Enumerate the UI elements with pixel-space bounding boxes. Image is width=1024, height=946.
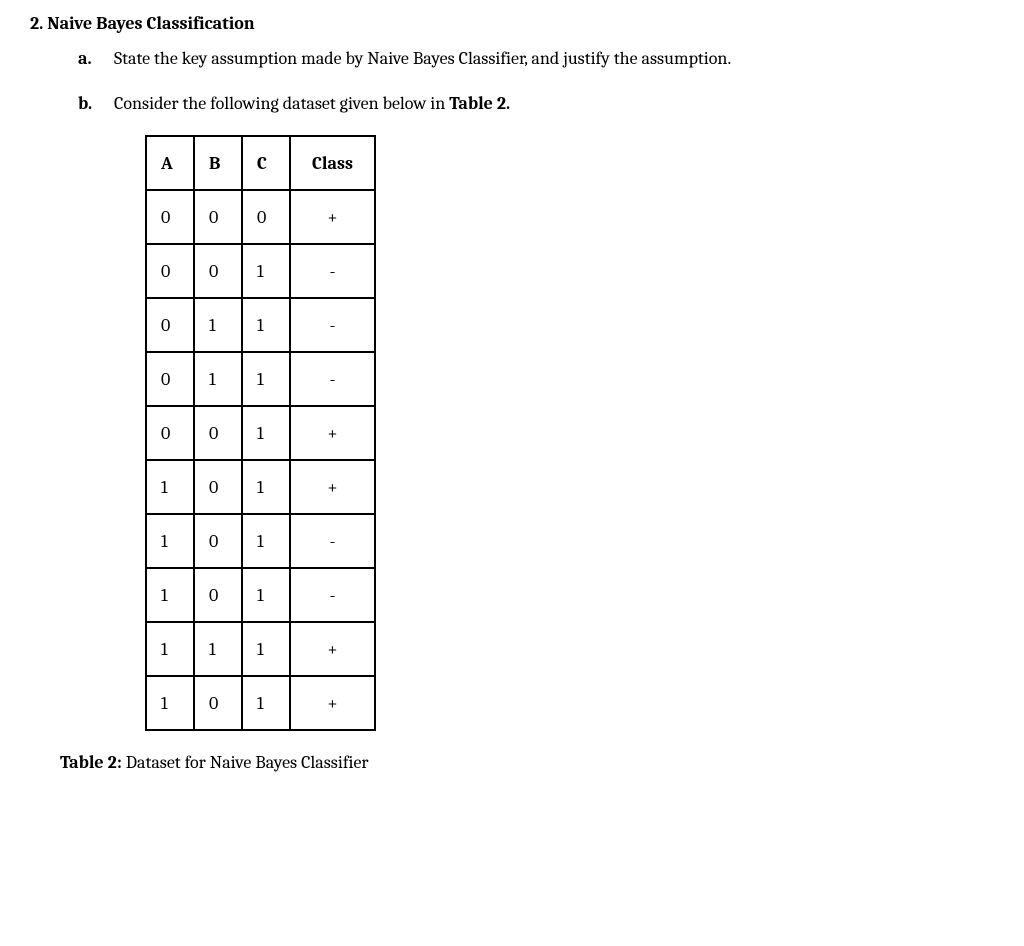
cell-c: 1 <box>242 244 290 298</box>
cell-a: 0 <box>146 298 194 352</box>
table-caption: Table 2: Dataset for Naive Bayes Classif… <box>60 749 994 776</box>
cell-a: 1 <box>146 622 194 676</box>
subitem-b-label: b. <box>78 90 96 117</box>
cell-a: 1 <box>146 460 194 514</box>
cell-class: + <box>290 676 375 730</box>
section-heading: 2. Naive Bayes Classification <box>30 10 994 37</box>
section-number: 2. <box>30 13 43 34</box>
subitem-b-prefix: Consider the following dataset given bel… <box>114 93 449 114</box>
subitem-a: a. State the key assumption made by Naiv… <box>78 45 994 72</box>
cell-b: 0 <box>194 568 242 622</box>
subitem-a-label: a. <box>78 45 96 72</box>
cell-a: 0 <box>146 190 194 244</box>
table-row: 0 0 0 + <box>146 190 375 244</box>
header-c: C <box>242 136 290 190</box>
table-row: 1 0 1 + <box>146 676 375 730</box>
cell-class: - <box>290 352 375 406</box>
cell-a: 0 <box>146 406 194 460</box>
cell-c: 1 <box>242 514 290 568</box>
data-table: A B C Class 0 0 0 + 0 0 1 - 0 1 1 - 0 1 … <box>145 135 376 731</box>
cell-class: - <box>290 298 375 352</box>
cell-a: 1 <box>146 514 194 568</box>
table-row: 0 1 1 - <box>146 352 375 406</box>
cell-a: 1 <box>146 568 194 622</box>
table-row: 1 0 1 - <box>146 514 375 568</box>
cell-b: 0 <box>194 244 242 298</box>
cell-b: 0 <box>194 514 242 568</box>
cell-class: + <box>290 406 375 460</box>
cell-class: + <box>290 190 375 244</box>
cell-c: 1 <box>242 676 290 730</box>
table-row: 1 0 1 + <box>146 460 375 514</box>
subitem-a-text: State the key assumption made by Naive B… <box>114 45 994 72</box>
subitem-b-text: Consider the following dataset given bel… <box>114 90 994 117</box>
header-class: Class <box>290 136 375 190</box>
subitem-b-bold: Table 2. <box>449 93 510 114</box>
cell-c: 1 <box>242 406 290 460</box>
cell-class: - <box>290 514 375 568</box>
cell-c: 1 <box>242 298 290 352</box>
cell-class: + <box>290 622 375 676</box>
header-a: A <box>146 136 194 190</box>
cell-a: 0 <box>146 352 194 406</box>
cell-c: 1 <box>242 460 290 514</box>
subitem-b: b. Consider the following dataset given … <box>78 90 994 117</box>
cell-class: - <box>290 244 375 298</box>
cell-class: + <box>290 460 375 514</box>
table-row: 0 0 1 - <box>146 244 375 298</box>
cell-b: 0 <box>194 676 242 730</box>
cell-c: 1 <box>242 622 290 676</box>
section-title: Naive Bayes Classification <box>47 13 254 34</box>
cell-b: 1 <box>194 352 242 406</box>
cell-b: 0 <box>194 406 242 460</box>
cell-a: 1 <box>146 676 194 730</box>
table-row: 1 1 1 + <box>146 622 375 676</box>
header-b: B <box>194 136 242 190</box>
cell-c: 1 <box>242 568 290 622</box>
cell-b: 0 <box>194 460 242 514</box>
cell-b: 0 <box>194 190 242 244</box>
cell-b: 1 <box>194 298 242 352</box>
cell-c: 0 <box>242 190 290 244</box>
table-header-row: A B C Class <box>146 136 375 190</box>
table-row: 0 1 1 - <box>146 298 375 352</box>
cell-a: 0 <box>146 244 194 298</box>
cell-class: - <box>290 568 375 622</box>
cell-c: 1 <box>242 352 290 406</box>
cell-b: 1 <box>194 622 242 676</box>
table-row: 0 0 1 + <box>146 406 375 460</box>
table-row: 1 0 1 - <box>146 568 375 622</box>
caption-bold: Table 2: <box>60 752 122 773</box>
caption-text: Dataset for Naive Bayes Classifier <box>122 752 369 773</box>
